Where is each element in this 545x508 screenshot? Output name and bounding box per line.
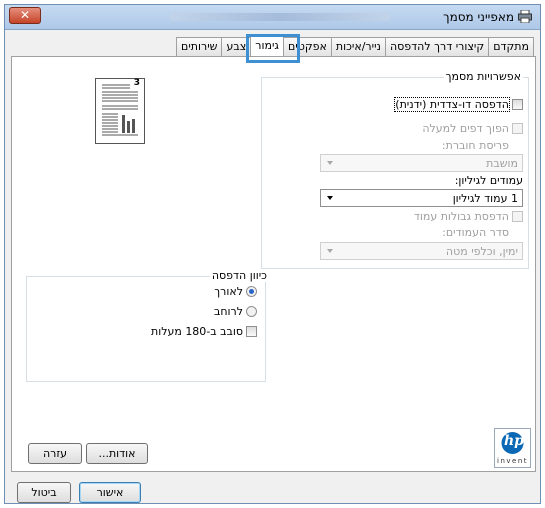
hp-tagline: invent (497, 457, 529, 465)
hp-logo: hp invent (494, 428, 531, 468)
hp-logo-text: hp (504, 433, 524, 449)
flip-pages-up-label: הפוך דפים למעלה (422, 122, 509, 135)
portrait-label: לאורך (214, 285, 243, 298)
landscape-label: לרוחב (213, 305, 243, 318)
finishing-tab-highlight (246, 34, 300, 63)
duplex-checkbox[interactable] (512, 99, 523, 110)
booklet-layout-select[interactable]: מושבת (320, 154, 523, 172)
pages-per-sheet-value: 1 עמוד לגיליון (452, 192, 518, 205)
flip-pages-up-option[interactable]: הפוך דפים למעלה (422, 122, 523, 135)
preview-page-number: 3 (133, 78, 140, 88)
page-order-value: ימין, וכלפי מטה (445, 245, 518, 258)
booklet-layout-value: מושבת (486, 157, 518, 170)
tab-paper-quality[interactable]: נייר/איכות (330, 37, 386, 56)
rotate-180-label: סובב ב-180 מעלות (150, 325, 243, 338)
duplex-label: הדפסה דו-צדדית (ידנית) (394, 97, 510, 112)
close-button[interactable]: ✕ (9, 7, 41, 24)
portrait-option[interactable]: לאורך (214, 285, 257, 298)
page-order-label: סדר העמודים: (442, 226, 509, 239)
flip-pages-up-checkbox[interactable] (512, 123, 523, 134)
landscape-option[interactable]: לרוחב (214, 305, 257, 318)
ok-button[interactable]: אישור (79, 482, 141, 503)
help-button[interactable]: עזרה (28, 443, 82, 464)
document-properties-window: מאפייני מסמך ✕ מתקדם קיצורי דרך להדפסה נ… (4, 4, 541, 504)
booklet-layout-label: פריסת חוברת: (441, 139, 509, 152)
duplex-option[interactable]: הדפסה דו-צדדית (ידנית) (394, 97, 523, 112)
page-preview: 3 (95, 78, 145, 144)
pages-per-sheet-select[interactable]: 1 עמוד לגיליון (320, 189, 523, 207)
title-bar[interactable]: מאפייני מסמך ✕ (5, 5, 540, 30)
rotate-180-checkbox[interactable] (246, 326, 257, 337)
about-button[interactable]: אודות... (86, 443, 148, 464)
tab-strip: מתקדם קיצורי דרך להדפסה נייר/איכות אפקטי… (176, 34, 534, 56)
tab-services[interactable]: שירותים (176, 37, 223, 56)
portrait-radio[interactable] (246, 286, 257, 297)
rotate-180-option[interactable]: סובב ב-180 מעלות (151, 325, 257, 338)
title-obscured-region (170, 13, 390, 21)
print-page-borders-label: הדפסת גבולות עמוד (413, 210, 509, 223)
tab-printing-shortcuts[interactable]: קיצורי דרך להדפסה (384, 37, 490, 56)
window-title: מאפייני מסמך (443, 10, 514, 24)
cancel-button[interactable]: ביטול (17, 482, 71, 503)
printer-icon (518, 9, 532, 24)
print-page-borders-option[interactable]: הדפסת גבולות עמוד (414, 210, 523, 223)
orientation-label: כיוון הדפסה (209, 269, 269, 282)
print-page-borders-checkbox[interactable] (512, 211, 523, 222)
chevron-down-icon (327, 249, 333, 253)
tab-advanced[interactable]: מתקדם (488, 37, 534, 56)
document-options-label: אפשרויות מסמך (443, 70, 523, 83)
chevron-down-icon (327, 161, 333, 165)
chevron-down-icon (327, 196, 333, 200)
landscape-radio[interactable] (246, 306, 257, 317)
finishing-panel: אפשרויות מסמך הדפסה דו-צדדית (ידנית) הפו… (11, 56, 536, 472)
pages-per-sheet-label: עמודים לגיליון: (454, 174, 523, 187)
page-order-select[interactable]: ימין, וכלפי מטה (320, 242, 523, 260)
